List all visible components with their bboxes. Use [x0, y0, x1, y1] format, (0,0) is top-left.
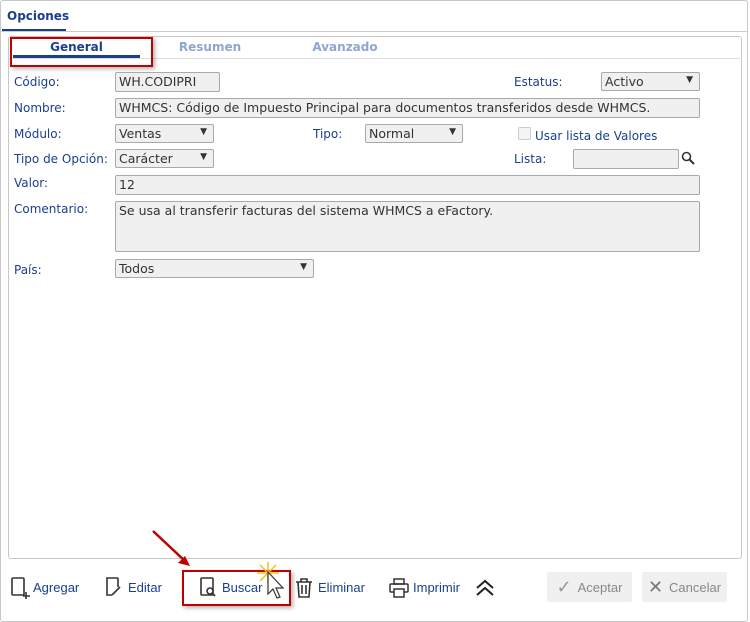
valor-label: Valor:: [14, 176, 49, 190]
valor-input[interactable]: 12: [115, 175, 700, 195]
aceptar-button[interactable]: ✓ Aceptar: [547, 572, 632, 602]
cursor-click-icon: [257, 562, 285, 599]
close-icon: ✕: [647, 576, 664, 597]
modulo-label: Módulo:: [14, 127, 62, 141]
estatus-select[interactable]: Activo: [601, 72, 700, 91]
imprimir-button[interactable]: Imprimir: [413, 580, 460, 595]
pais-label: País:: [14, 263, 42, 277]
nombre-label: Nombre:: [14, 101, 66, 115]
cancelar-label: Cancelar: [669, 579, 722, 595]
estatus-label: Estatus:: [514, 75, 563, 89]
arrow-annotation-icon: [152, 530, 190, 566]
tipo-opcion-label: Tipo de Opción:: [14, 152, 108, 166]
comentario-textarea[interactable]: Se usa al transferir facturas del sistem…: [115, 201, 700, 252]
highlight-box-general: [10, 37, 153, 67]
usar-lista-label: Usar lista de Valores: [535, 129, 658, 143]
tab-opciones[interactable]: Opciones: [7, 9, 69, 23]
usar-lista-checkbox[interactable]: [518, 127, 531, 140]
lista-label: Lista:: [514, 152, 547, 166]
modulo-select[interactable]: Ventas: [115, 124, 214, 143]
editar-button[interactable]: Editar: [128, 580, 162, 595]
tipo-label: Tipo:: [313, 127, 343, 141]
comentario-label: Comentario:: [14, 202, 89, 216]
edit-icon[interactable]: [105, 577, 125, 599]
trash-icon[interactable]: [295, 578, 313, 598]
cancelar-button[interactable]: ✕ Cancelar: [642, 572, 727, 602]
aceptar-label: Aceptar: [577, 579, 623, 595]
eliminar-button[interactable]: Eliminar: [318, 580, 365, 595]
check-icon: ✓: [556, 576, 572, 597]
codigo-input[interactable]: WH.CODIPRI: [115, 72, 220, 92]
tab-resumen[interactable]: Resumen: [150, 40, 270, 54]
codigo-label: Código:: [14, 75, 60, 89]
tipo-opcion-select[interactable]: Carácter: [115, 149, 214, 168]
nombre-input[interactable]: WHMCS: Código de Impuesto Principal para…: [115, 98, 700, 118]
divider: [1, 31, 747, 32]
search-icon[interactable]: [681, 151, 695, 165]
tab-avanzado[interactable]: Avanzado: [285, 40, 405, 54]
agregar-button[interactable]: Agregar: [33, 580, 79, 595]
add-icon[interactable]: [11, 577, 31, 599]
lista-input[interactable]: [573, 149, 679, 169]
tipo-select[interactable]: Normal: [365, 124, 463, 143]
pais-select[interactable]: Todos: [115, 259, 314, 278]
chevron-double-up-icon[interactable]: [475, 579, 495, 597]
print-icon[interactable]: [389, 578, 409, 598]
